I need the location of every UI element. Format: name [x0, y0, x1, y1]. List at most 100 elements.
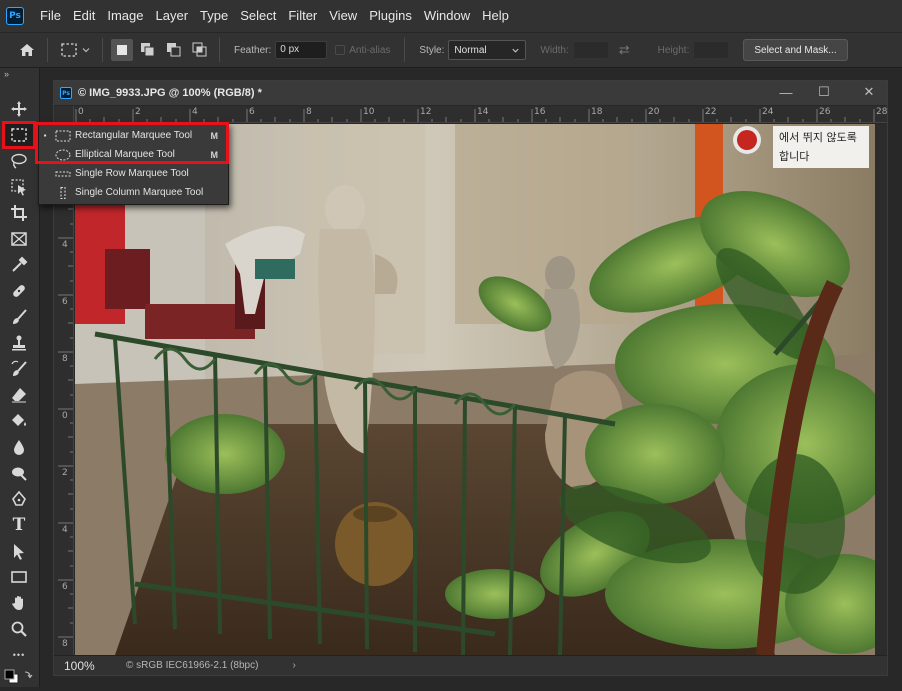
- paint-bucket-tool[interactable]: [5, 410, 33, 432]
- move-icon: [11, 101, 27, 117]
- object-selection-tool[interactable]: [5, 176, 33, 198]
- single-column-marquee-icon: [60, 186, 66, 199]
- menu-bar: Ps File Edit Image Layer Type Select Fil…: [0, 0, 902, 32]
- ruler-label: 26: [819, 107, 831, 117]
- rectangular-marquee-tool[interactable]: [2, 121, 36, 149]
- vertical-scrollbar[interactable]: [875, 124, 887, 655]
- subtract-from-selection-button[interactable]: [163, 39, 185, 61]
- menu-file[interactable]: File: [34, 0, 67, 32]
- edit-toolbar-button[interactable]: •••: [5, 644, 33, 666]
- crop-tool[interactable]: [5, 202, 33, 224]
- divider: [47, 38, 48, 62]
- spot-healing-icon: [13, 285, 25, 297]
- brush-tool[interactable]: [5, 306, 33, 328]
- menu-help[interactable]: Help: [476, 0, 515, 32]
- status-info-chevron-icon[interactable]: ›: [292, 660, 295, 671]
- add-selection-icon: [141, 43, 155, 57]
- flyout-item-label: Rectangular Marquee Tool: [75, 130, 193, 141]
- frame-tool[interactable]: [5, 228, 33, 250]
- tool-preset-picker[interactable]: [60, 37, 96, 63]
- add-to-selection-button[interactable]: [137, 39, 159, 61]
- frame-icon: [11, 232, 27, 246]
- style-select[interactable]: Normal: [448, 40, 527, 60]
- shortcut-key: M: [210, 149, 219, 160]
- ruler-label: 24: [762, 107, 774, 117]
- minimize-button[interactable]: —: [768, 81, 804, 103]
- tools-panel: » T •••: [0, 68, 40, 687]
- clone-stamp-tool[interactable]: [5, 332, 33, 354]
- flyout-item-label: Single Column Marquee Tool: [75, 187, 204, 198]
- minimize-icon: —: [779, 84, 793, 100]
- path-selection-tool[interactable]: [5, 540, 33, 562]
- zoom-icon: [11, 621, 27, 637]
- spot-healing-tool[interactable]: [5, 280, 33, 302]
- ruler-label: 20: [648, 107, 660, 117]
- menu-window[interactable]: Window: [418, 0, 476, 32]
- intersect-selection-icon: [192, 42, 207, 57]
- rectangle-tool[interactable]: [5, 566, 33, 588]
- menu-edit[interactable]: Edit: [67, 0, 101, 32]
- menu-image[interactable]: Image: [101, 0, 149, 32]
- flyout-item-elliptical-marquee[interactable]: Elliptical Marquee Tool M: [39, 145, 228, 164]
- color-profile: © sRGB IEC61966-2.1 (8bpc): [126, 660, 259, 671]
- ruler-origin[interactable]: [54, 106, 74, 123]
- swap-dimensions-icon[interactable]: ⇄: [619, 42, 630, 58]
- history-brush-tool[interactable]: [5, 358, 33, 380]
- ruler-label: 4: [192, 107, 198, 117]
- flyout-item-rectangular-marquee[interactable]: ▪ Rectangular Marquee Tool M: [39, 126, 228, 145]
- collapse-panel-icon[interactable]: »: [4, 69, 9, 79]
- zoom-level[interactable]: 100%: [64, 659, 116, 673]
- ruler-label: 22: [705, 107, 717, 117]
- menu-type[interactable]: Type: [194, 0, 234, 32]
- flyout-item-label: Elliptical Marquee Tool: [75, 149, 175, 160]
- height-input[interactable]: [693, 41, 730, 59]
- ruler-label: 14: [477, 107, 489, 117]
- blur-icon: [14, 440, 24, 455]
- chevron-down-icon: [82, 48, 90, 53]
- antialias-checkbox[interactable]: [335, 45, 346, 55]
- pen-icon: [12, 490, 26, 506]
- flyout-item-single-column-marquee[interactable]: Single Column Marquee Tool: [39, 183, 228, 202]
- menu-view[interactable]: View: [323, 0, 363, 32]
- eyedropper-tool[interactable]: [5, 254, 33, 276]
- brush-icon: [13, 309, 27, 324]
- horizontal-ruler[interactable]: 0 2 4 6 8 10 12 14 16 18 20 22 24 26 28: [74, 106, 887, 123]
- type-icon: T: [12, 515, 26, 535]
- type-tool[interactable]: T: [5, 514, 33, 536]
- korean-sign: 에서 뛰지 않도록 합니다: [773, 126, 869, 168]
- move-tool[interactable]: [5, 98, 33, 120]
- lasso-tool[interactable]: [5, 150, 33, 172]
- close-button[interactable]: ✕: [851, 81, 887, 103]
- dodge-icon: [12, 467, 27, 481]
- zoom-tool[interactable]: [5, 618, 33, 640]
- antialias-label: Anti-alias: [349, 44, 391, 56]
- rectangle-icon: [11, 571, 27, 583]
- menu-filter[interactable]: Filter: [282, 0, 323, 32]
- pen-tool[interactable]: [5, 488, 33, 510]
- ruler-label: 0: [78, 107, 84, 117]
- width-input[interactable]: [572, 41, 609, 59]
- options-bar: Feather: 0 px Anti-alias Style: Normal W…: [0, 32, 902, 68]
- ruler-label: 12: [420, 107, 432, 117]
- style-value: Normal: [454, 44, 487, 56]
- eraser-tool[interactable]: [5, 384, 33, 406]
- menu-select[interactable]: Select: [234, 0, 282, 32]
- home-icon: [20, 44, 34, 56]
- color-swatches[interactable]: [3, 668, 37, 686]
- hand-tool[interactable]: [5, 592, 33, 614]
- select-and-mask-button[interactable]: Select and Mask...: [743, 39, 848, 61]
- intersect-selection-button[interactable]: [189, 39, 211, 61]
- blur-tool[interactable]: [5, 436, 33, 458]
- new-selection-button[interactable]: [111, 39, 133, 61]
- maximize-button[interactable]: ☐: [806, 81, 842, 103]
- foreground-background-icon: [4, 669, 33, 684]
- menu-plugins[interactable]: Plugins: [363, 0, 418, 32]
- eraser-icon: [12, 388, 26, 403]
- home-button[interactable]: [13, 36, 41, 64]
- menu-layer[interactable]: Layer: [150, 0, 195, 32]
- flyout-item-single-row-marquee[interactable]: Single Row Marquee Tool: [39, 164, 228, 183]
- dodge-tool[interactable]: [5, 462, 33, 484]
- ruler-label: 6: [249, 107, 255, 117]
- document-tab[interactable]: Ps © IMG_9933.JPG @ 100% (RGB/8) * — ☐ ✕: [54, 81, 887, 105]
- feather-input[interactable]: 0 px: [275, 41, 328, 59]
